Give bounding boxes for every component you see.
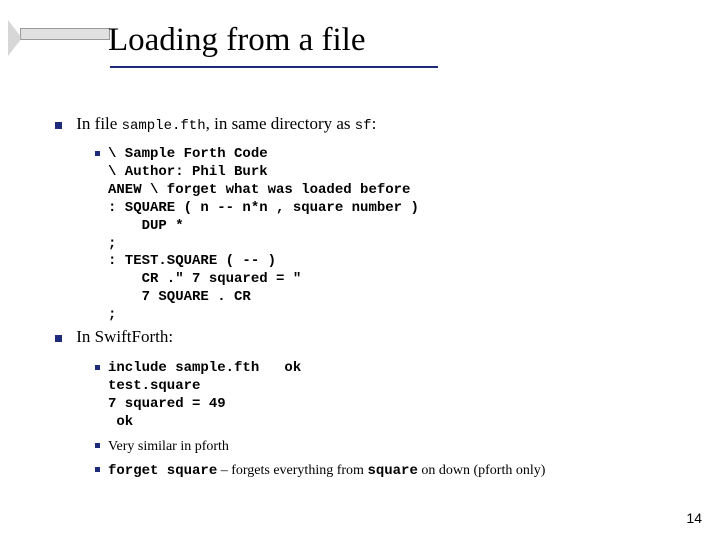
square-bullet-icon: [55, 335, 62, 342]
square-bullet-icon: [95, 151, 100, 156]
text-swiftforth: In SwiftForth:: [76, 327, 173, 346]
text-suffix: :: [372, 114, 377, 133]
sub-bullet-note-forget: forget square – forgets everything from …: [95, 462, 695, 481]
code-include: include sample.fth ok test.square 7 squa…: [108, 360, 695, 432]
text-prefix: In file: [76, 114, 121, 133]
square-bullet-icon: [95, 365, 100, 370]
deco-bar: [20, 28, 110, 40]
code-block-sample: \ Sample Forth Code \ Author: Phil Burk …: [95, 140, 655, 325]
code-sf: sf: [355, 118, 372, 134]
code-block-swiftforth: include sample.fth ok test.square 7 squa…: [95, 354, 695, 481]
square-bullet-icon: [95, 443, 100, 448]
sub-bullet-code: \ Sample Forth Code \ Author: Phil Burk …: [95, 146, 655, 325]
sub-bullet-note-pforth: Very similar in pforth: [95, 438, 695, 456]
sub-bullet-include: include sample.fth ok test.square 7 squa…: [95, 360, 695, 432]
code-square: square: [367, 463, 417, 479]
deco-triangle: [8, 20, 22, 56]
bullet-swiftforth: In SwiftForth:: [55, 325, 173, 349]
square-bullet-icon: [95, 467, 100, 472]
square-bullet-icon: [55, 122, 62, 129]
code-forth-sample: \ Sample Forth Code \ Author: Phil Burk …: [108, 146, 655, 325]
code-filename: sample.fth: [122, 118, 206, 134]
code-forget: forget square: [108, 463, 217, 479]
note-pforth: Very similar in pforth: [108, 438, 695, 456]
title-underline: [110, 66, 438, 68]
page-number: 14: [686, 510, 702, 526]
bullet-infile: In file sample.fth, in same directory as…: [55, 112, 376, 136]
text-middle: , in same directory as: [206, 114, 355, 133]
note-forget: forget square – forgets everything from …: [108, 462, 695, 481]
note-mid: – forgets everything from: [217, 463, 367, 478]
slide: Loading from a file In file sample.fth, …: [0, 0, 720, 540]
corner-decoration: [6, 14, 96, 66]
note-tail: on down (pforth only): [418, 463, 546, 478]
page-title: Loading from a file: [108, 22, 366, 59]
